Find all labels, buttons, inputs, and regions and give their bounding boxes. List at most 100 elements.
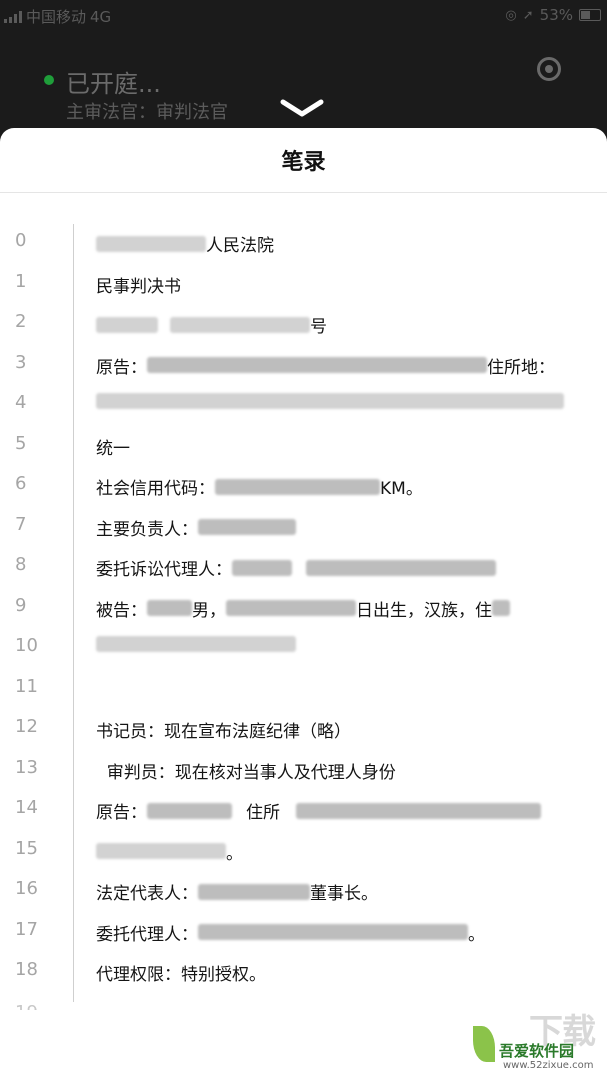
redacted-text <box>96 235 206 252</box>
line-text: 人民法院 <box>96 231 274 256</box>
line-number: 14 <box>15 797 38 818</box>
line-text: 号 <box>96 312 327 337</box>
transcript-line[interactable]: 17 委托代理人： 。 <box>0 913 607 954</box>
line-text: 统一 <box>96 434 130 459</box>
transcript-sheet: 笔录 0 人民法院 1 民事判决书 2 号 3 原告： 住所地： 4 5 统一 6 社会信用代码： KM。 7… <box>0 128 607 1080</box>
redacted-text <box>170 316 310 333</box>
line-text: 委托代理人： 。 <box>96 920 485 945</box>
line-text-segment: 住所 <box>246 803 280 823</box>
line-text-segment: KM。 <box>380 479 423 499</box>
line-number: 9 <box>15 594 27 616</box>
redacted-text <box>96 636 296 652</box>
live-status-dot-icon <box>44 75 54 85</box>
record-target-icon[interactable] <box>537 57 561 81</box>
redacted-text <box>147 600 192 616</box>
network-label: 4G <box>90 7 112 26</box>
line-text-segment: 。 <box>226 843 243 864</box>
line-text-segment: 原告： <box>96 357 147 378</box>
redacted-text <box>198 519 296 535</box>
line-text <box>96 636 296 652</box>
line-number: 18 <box>15 959 38 980</box>
line-number: 15 <box>15 837 38 859</box>
transcript-line[interactable]: 11 <box>0 670 607 711</box>
transcript-line[interactable]: 18 代理权限：特别授权。 <box>0 953 607 994</box>
transcript-line[interactable]: 15 。 <box>0 832 607 873</box>
redacted-text <box>198 883 310 900</box>
transcript-line[interactable]: 3 原告： 住所地： <box>0 346 607 387</box>
line-text: 委托诉讼代理人： <box>96 555 496 580</box>
redacted-text <box>147 357 487 373</box>
line-number: 0 <box>15 230 27 251</box>
transcript-line[interactable]: 7 主要负责人： <box>0 508 607 549</box>
redacted-text <box>492 600 510 616</box>
line-number: 1 <box>15 270 27 292</box>
line-number: 5 <box>15 432 27 454</box>
transcript-line[interactable]: 12 书记员：现在宣布法庭纪律（略） <box>0 710 607 751</box>
sheet-title: 笔录 <box>0 128 607 193</box>
transcript-line[interactable]: 1 民事判决书 <box>0 265 607 306</box>
transcript-line[interactable]: 0 人民法院 <box>0 224 607 265</box>
transcript-line[interactable]: 10 <box>0 629 607 670</box>
line-text-segment: 委托代理人： <box>96 924 198 945</box>
transcript-lines[interactable]: 0 人民法院 1 民事判决书 2 号 3 原告： 住所地： 4 5 统一 6 社会信用代码： KM。 7 主要负… <box>0 224 607 994</box>
transcript-line[interactable]: 6 社会信用代码： KM。 <box>0 467 607 508</box>
status-bar: 中国移动 4G ◎ ➚ 53% <box>0 0 607 32</box>
location-icon: ➚ <box>522 7 534 23</box>
line-text: 民事判决书 <box>96 272 181 297</box>
line-text: 。 <box>96 839 243 864</box>
redacted-text <box>96 316 158 333</box>
line-text: 书记员：现在宣布法庭纪律（略） <box>96 717 351 742</box>
redacted-text <box>232 559 292 576</box>
line-number: 13 <box>15 756 38 778</box>
transcript-line[interactable]: 8 委托诉讼代理人： <box>0 548 607 589</box>
chevron-down-icon[interactable] <box>277 96 327 120</box>
battery-icon <box>579 9 601 21</box>
line-text: 社会信用代码： KM。 <box>96 474 423 499</box>
transcript-line[interactable]: 14 原告： 住所 <box>0 791 607 832</box>
redacted-text <box>296 802 541 819</box>
transcript-line[interactable]: 2号 <box>0 305 607 346</box>
line-number: 16 <box>15 878 38 899</box>
line-text-segment: 主要负责人： <box>96 519 198 540</box>
line-text-segment: 。 <box>468 924 485 945</box>
watermark: 下载 吾爱软件园 www.52zixue.com <box>473 1004 601 1074</box>
line-text-segment: 法定代表人： <box>96 884 198 904</box>
watermark-url: www.52zixue.com <box>503 1060 594 1071</box>
line-text-segment: 男， <box>192 600 226 621</box>
line-text-segment: 代理权限：特别授权。 <box>96 965 266 985</box>
line-text: 被告： 男， 日出生，汉族，住 <box>96 596 510 621</box>
redacted-text <box>306 559 496 576</box>
line-number: 7 <box>15 513 27 535</box>
line-number: 8 <box>15 554 27 575</box>
line-text: 审判员：现在核对当事人及代理人身份 <box>96 758 396 783</box>
status-left: 中国移动 4G <box>4 6 111 27</box>
line-text: 原告： 住所 <box>96 798 541 823</box>
transcript-line[interactable]: 4 <box>0 386 607 427</box>
status-right: ◎ ➚ 53% <box>505 6 601 24</box>
presiding-judge: 主审法官：审判法官 <box>66 102 228 123</box>
line-text: 代理权限：特别授权。 <box>96 960 266 985</box>
line-text-segment: 原告： <box>96 803 147 823</box>
watermark-brand: 吾爱软件园 <box>499 1042 575 1060</box>
line-text: 法定代表人： 董事长。 <box>96 879 378 904</box>
redacted-text <box>147 802 232 819</box>
transcript-line[interactable]: 9 被告： 男， 日出生，汉族，住 <box>0 589 607 630</box>
signal-icon <box>4 10 22 23</box>
line-text-segment: 号 <box>310 317 327 337</box>
line-text-segment: 董事长。 <box>310 884 378 904</box>
redacted-text <box>96 393 564 409</box>
line-number: 10 <box>15 635 38 656</box>
transcript-line[interactable]: 5 统一 <box>0 427 607 468</box>
line-text-segment: 委托诉讼代理人： <box>96 560 232 580</box>
line-number: 2 <box>15 311 27 332</box>
line-number: 4 <box>15 392 27 413</box>
line-number: 11 <box>15 675 38 697</box>
transcript-line[interactable]: 13 审判员：现在核对当事人及代理人身份 <box>0 751 607 792</box>
lock-rotation-icon: ◎ <box>505 7 517 23</box>
transcript-line[interactable]: 16 法定代表人： 董事长。 <box>0 872 607 913</box>
line-text-segment: 社会信用代码： <box>96 479 215 499</box>
partial-line-number: 19 <box>15 1002 38 1010</box>
line-number: 3 <box>15 351 27 373</box>
line-text-segment: 人民法院 <box>206 236 274 256</box>
redacted-text <box>96 843 226 859</box>
